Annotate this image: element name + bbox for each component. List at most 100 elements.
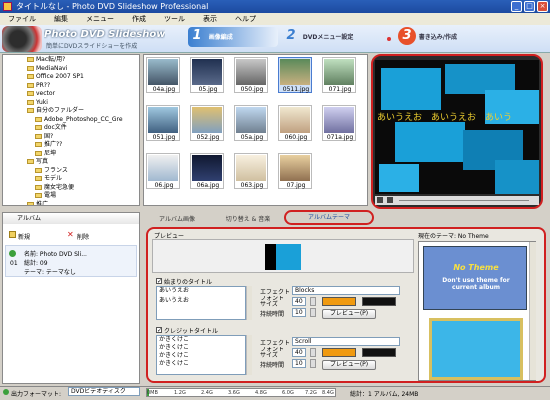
thumbnail-selected[interactable]: 0511.jpg bbox=[278, 57, 312, 93]
thumbnail[interactable]: 060.jpg bbox=[278, 105, 312, 141]
tree-item[interactable]: 写真 bbox=[27, 158, 139, 167]
duration-spinner[interactable] bbox=[310, 308, 316, 317]
tree-item[interactable]: フランス bbox=[27, 167, 139, 176]
ruler-tick: 1.2G bbox=[174, 390, 186, 396]
title-textarea[interactable]: あいうえお あいうえお bbox=[156, 286, 246, 320]
ruler-tick: 0MB bbox=[147, 390, 158, 396]
step-2-tab[interactable]: 2 DVDメニュー設定 bbox=[282, 27, 372, 47]
tree-item[interactable]: 推广 bbox=[27, 201, 139, 205]
app-icon bbox=[3, 2, 12, 11]
stop-icon[interactable] bbox=[387, 197, 393, 203]
title-scrollbar[interactable] bbox=[246, 286, 252, 320]
preview-caption: あいうえお あいうえお あいう bbox=[377, 113, 513, 123]
ruler-tick: 6.0G bbox=[282, 390, 294, 396]
menu-tools[interactable]: ツール bbox=[164, 15, 185, 23]
credit-font-size-input[interactable]: 40 bbox=[292, 348, 306, 357]
step-number: 1 bbox=[192, 28, 202, 43]
thumbnail[interactable]: 071.jpg bbox=[322, 57, 356, 93]
thumbnail[interactable]: 06.jpg bbox=[146, 153, 180, 189]
tree-item[interactable]: Office 2007 SP1 bbox=[27, 73, 139, 82]
maximize-button[interactable]: □ bbox=[524, 1, 535, 12]
credit-font-color-picker[interactable] bbox=[322, 348, 356, 357]
credit-effect-select[interactable]: Scroll bbox=[292, 337, 400, 346]
tree-item[interactable]: 魔女宅急便 bbox=[27, 184, 139, 193]
menu-help[interactable]: ヘルプ bbox=[235, 15, 256, 23]
preview-credit-button[interactable]: プレビュー(P) bbox=[322, 360, 376, 370]
menu-file[interactable]: ファイル bbox=[8, 15, 36, 23]
seek-track[interactable] bbox=[399, 200, 529, 201]
thumbnail[interactable]: 052.jpg bbox=[190, 105, 224, 141]
thumbnail[interactable]: 04a.jpg bbox=[146, 57, 180, 93]
credit-checkbox[interactable]: ✓ bbox=[156, 327, 162, 334]
output-format-select[interactable]: DVDビデオディスク bbox=[68, 387, 140, 396]
thumbnail[interactable]: 07.jpg bbox=[278, 153, 312, 189]
delete-icon[interactable]: ✕ bbox=[67, 231, 74, 239]
tab-album-images[interactable]: アルバム画像 bbox=[146, 215, 208, 225]
tree-item[interactable]: 尼坤 bbox=[27, 150, 139, 159]
thumbnail[interactable]: 05a.jpg bbox=[234, 105, 268, 141]
duration-label: 持続時間 bbox=[260, 311, 285, 318]
tab-album-theme[interactable]: アルバムテーマ bbox=[284, 210, 374, 225]
font-color-picker[interactable] bbox=[322, 297, 356, 306]
credit-font-size-spinner[interactable] bbox=[310, 348, 316, 357]
output-icon bbox=[3, 389, 9, 395]
menu-view[interactable]: 表示 bbox=[203, 15, 217, 23]
step-1-tab[interactable]: 1 画像編成 bbox=[188, 27, 278, 47]
thumbnail[interactable]: 063.jpg bbox=[234, 153, 268, 189]
close-button[interactable]: × bbox=[537, 1, 548, 12]
credit-scrollbar[interactable] bbox=[246, 335, 252, 375]
preview-title-button[interactable]: プレビュー(P) bbox=[322, 309, 376, 319]
tree-item[interactable]: 国? bbox=[27, 133, 139, 142]
theme-list-scrollbar[interactable] bbox=[529, 242, 536, 380]
credit-duration-input[interactable]: 10 bbox=[292, 359, 306, 368]
credit-textarea[interactable]: かきくけこ かきくけこ かきくけこ かきくけこ bbox=[156, 335, 246, 375]
minimize-button[interactable]: _ bbox=[511, 1, 522, 12]
tree-item[interactable]: MediaNavi bbox=[27, 65, 139, 74]
step-label: DVDメニュー設定 bbox=[302, 34, 354, 41]
tree-item[interactable]: Yuki bbox=[27, 99, 139, 108]
font-size-input[interactable]: 40 bbox=[292, 297, 306, 306]
album-row[interactable]: 01 名前: Photo DVD Sli... 総計: 09 テーマ: テーマな… bbox=[5, 245, 137, 277]
play-icon[interactable] bbox=[377, 197, 383, 203]
title-checkbox[interactable]: ✓ bbox=[156, 278, 162, 285]
tree-item[interactable]: モデル bbox=[27, 175, 139, 184]
theme-card-no-theme[interactable]: No Theme Don't use theme for current alb… bbox=[423, 246, 527, 310]
folder-icon bbox=[27, 201, 34, 205]
thumbnail[interactable]: 050.jpg bbox=[234, 57, 268, 93]
tree-item[interactable]: 自分のファルダー bbox=[27, 107, 139, 116]
theme-card-frame[interactable] bbox=[429, 318, 523, 380]
tree-item[interactable]: Adobe_Photoshop_CC_Gre bbox=[27, 116, 139, 125]
outline-color-picker[interactable] bbox=[362, 297, 396, 306]
tab-transition-music[interactable]: 切り替え & 音楽 bbox=[212, 215, 284, 225]
album-tab[interactable]: アルバム bbox=[3, 213, 139, 224]
tree-item[interactable]: Mac転/用? bbox=[27, 56, 139, 65]
folder-tree[interactable]: Mac転/用? MediaNavi Office 2007 SP1 PR?? v… bbox=[2, 54, 140, 206]
playback-bar[interactable] bbox=[375, 196, 539, 205]
tree-item[interactable]: vector bbox=[27, 90, 139, 99]
thumbnail[interactable]: 051.jpg bbox=[146, 105, 180, 141]
delete-album-button[interactable]: 削除 bbox=[77, 232, 89, 241]
play-album-icon[interactable] bbox=[9, 250, 16, 257]
new-album-icon[interactable] bbox=[9, 231, 16, 238]
tree-item[interactable]: PR?? bbox=[27, 82, 139, 91]
credit-duration-spinner[interactable] bbox=[310, 359, 316, 368]
folder-icon bbox=[27, 65, 34, 71]
tree-item[interactable]: doc文件 bbox=[27, 124, 139, 133]
thumbnail-grid[interactable]: 04a.jpg 05.jpg 050.jpg 0511.jpg 051.jpg … bbox=[143, 54, 368, 206]
thumbnail[interactable]: 06a.jpg bbox=[190, 153, 224, 189]
menu-edit[interactable]: 編集 bbox=[54, 15, 68, 23]
menu-menu[interactable]: メニュー bbox=[86, 15, 114, 23]
ruler-tick: 4.8G bbox=[255, 390, 267, 396]
step-3-tab[interactable]: 3 書き込み/作成 bbox=[398, 27, 488, 47]
menu-create[interactable]: 作成 bbox=[132, 15, 146, 23]
tree-item[interactable]: 電場 bbox=[27, 192, 139, 201]
duration-input[interactable]: 10 bbox=[292, 308, 306, 317]
effect-select[interactable]: Blocks bbox=[292, 286, 400, 295]
new-album-button[interactable]: 新規 bbox=[18, 232, 30, 241]
thumbnail[interactable]: 071a.jpg bbox=[322, 105, 356, 141]
tree-item[interactable]: 推广?? bbox=[27, 141, 139, 150]
thumbnail[interactable]: 05.jpg bbox=[190, 57, 224, 93]
font-size-spinner[interactable] bbox=[310, 297, 316, 306]
credit-outline-color-picker[interactable] bbox=[362, 348, 396, 357]
theme-list[interactable]: No Theme Don't use theme for current alb… bbox=[418, 241, 536, 381]
